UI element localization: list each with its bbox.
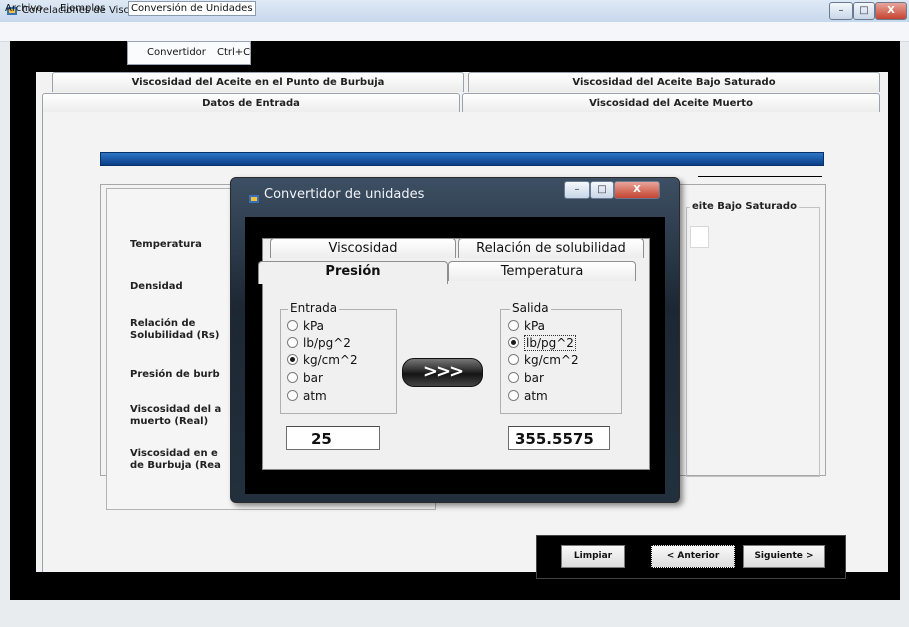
siguiente-button[interactable]: Siguiente >: [743, 545, 825, 568]
radio-icon: [287, 337, 298, 348]
close-button[interactable]: X: [875, 2, 907, 20]
label-viscosidad-burbuja: Viscosidad en e de Burbuja (Rea: [130, 448, 221, 471]
dialog-minimize-button[interactable]: –: [564, 181, 590, 199]
convert-button[interactable]: >>>: [402, 358, 483, 387]
entrada-option-bar[interactable]: bar: [287, 372, 323, 385]
option-label: kg/cm^2: [524, 353, 579, 367]
option-label: kPa: [303, 319, 324, 333]
anterior-button[interactable]: < Anterior: [651, 545, 735, 568]
radio-selected-icon: [508, 337, 519, 348]
option-label: kPa: [524, 319, 545, 333]
radio-icon: [287, 320, 298, 331]
tab-punto-burbuja[interactable]: Viscosidad del Aceite en el Punto de Bur…: [52, 72, 464, 92]
conversion-dropdown: Convertidor Ctrl+C: [127, 41, 251, 65]
option-label: bar: [524, 371, 544, 385]
dialog-app-icon: [249, 195, 259, 203]
label-viscosidad-muerto: Viscosidad del a muerto (Real): [130, 404, 222, 427]
radio-icon: [508, 320, 519, 331]
dialog-close-button[interactable]: X: [614, 181, 660, 199]
menu-bar: [0, 22, 909, 42]
status-strip: [0, 600, 909, 627]
radio-icon: [508, 372, 519, 383]
tab-aceite-muerto[interactable]: Viscosidad del Aceite Muerto: [462, 93, 880, 113]
salida-title: Salida: [510, 301, 551, 315]
tab-viscosidad[interactable]: Viscosidad: [270, 238, 456, 258]
entrada-option-kgcm2[interactable]: kg/cm^2: [287, 354, 358, 367]
option-label: kg/cm^2: [303, 353, 358, 367]
menu-conversion-unidades[interactable]: Conversión de Unidades: [128, 1, 256, 16]
tab-temperatura[interactable]: Temperatura: [448, 261, 636, 281]
tab-datos-entrada[interactable]: Datos de Entrada: [42, 93, 460, 113]
entrada-option-kpa[interactable]: kPa: [287, 320, 324, 333]
salida-option-kpa[interactable]: kPa: [508, 320, 545, 333]
salida-option-atm[interactable]: atm: [508, 390, 548, 403]
label-relacion-solubilidad: Relación de Solubilidad (Rs): [130, 318, 220, 341]
option-label: lb/pg^2: [524, 335, 576, 351]
menu-item-shortcut: Ctrl+C: [217, 47, 251, 58]
tab-relacion-solubilidad[interactable]: Relación de solubilidad: [458, 238, 644, 258]
salida-option-kgcm2[interactable]: kg/cm^2: [508, 354, 579, 367]
label-presion-burbuja: Presión de burb: [130, 369, 220, 380]
radio-icon: [508, 354, 519, 365]
entrada-option-lbpg2[interactable]: lb/pg^2: [287, 337, 351, 350]
salida-value-output[interactable]: 355.5575: [508, 426, 610, 450]
tab-bajo-saturado[interactable]: Viscosidad del Aceite Bajo Saturado: [468, 72, 880, 92]
entrada-value-input[interactable]: 25: [286, 426, 380, 450]
tab-presion[interactable]: Presión: [258, 261, 448, 284]
label-densidad: Densidad: [130, 281, 183, 292]
menu-ejemplos[interactable]: Ejemplos: [57, 3, 108, 14]
option-label: lb/pg^2: [303, 336, 351, 350]
limpiar-button[interactable]: Limpiar: [561, 545, 625, 568]
maximize-button[interactable]: □: [853, 2, 875, 20]
progress-bar: [100, 152, 824, 166]
minimize-button[interactable]: –: [829, 2, 853, 20]
divider: [698, 176, 822, 177]
option-label: atm: [524, 389, 548, 403]
bajo-saturado-input[interactable]: [690, 226, 709, 248]
salida-option-lbpg2[interactable]: lb/pg^2: [508, 335, 576, 351]
menu-item-convertidor[interactable]: Convertidor: [147, 47, 206, 58]
label-temperatura: Temperatura: [130, 239, 202, 250]
radio-icon: [508, 390, 519, 401]
radio-icon: [287, 390, 298, 401]
entrada-option-atm[interactable]: atm: [287, 390, 327, 403]
bajo-saturado-group-title: eite Bajo Saturado: [690, 201, 799, 212]
entrada-title: Entrada: [288, 301, 340, 315]
radio-selected-icon: [287, 354, 298, 365]
option-label: atm: [303, 389, 327, 403]
option-label: bar: [303, 371, 323, 385]
salida-option-bar[interactable]: bar: [508, 372, 544, 385]
dialog-maximize-button[interactable]: □: [590, 181, 614, 199]
dialog-title: Convertidor de unidades: [264, 187, 425, 202]
navigation-panel: Limpiar < Anterior Siguiente >: [536, 535, 846, 579]
menu-archivo[interactable]: Archivo: [2, 3, 45, 14]
radio-icon: [287, 372, 298, 383]
